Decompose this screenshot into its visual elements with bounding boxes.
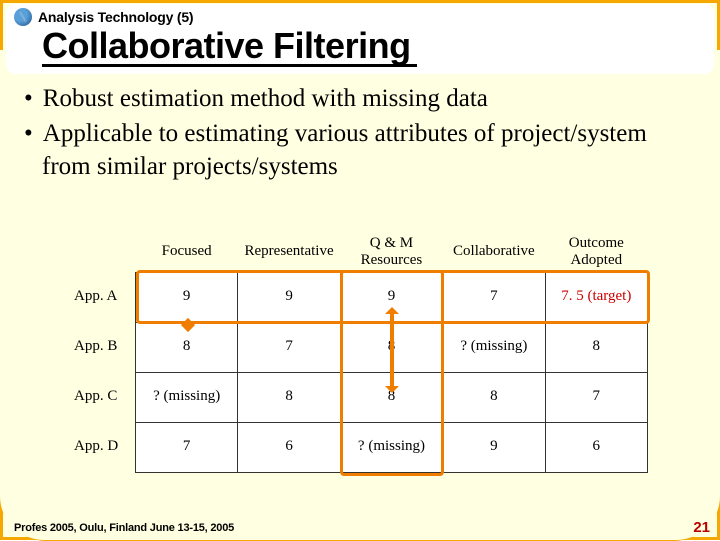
col-header: Q & M Resources: [340, 232, 442, 272]
cell: 7: [443, 272, 545, 322]
cell: 9: [135, 272, 237, 322]
cell: 6: [545, 422, 647, 472]
footer-text: Profes 2005, Oulu, Finland June 13-15, 2…: [14, 522, 234, 534]
title-bar: Analysis Technology (5) Collaborative Fi…: [6, 4, 714, 74]
cell: 9: [238, 272, 340, 322]
col-header: Representative: [238, 232, 340, 272]
bullet-item: Applicable to estimating various attribu…: [24, 117, 696, 183]
bullet-item: Robust estimation method with missing da…: [24, 82, 696, 115]
col-header: Outcome Adopted: [545, 232, 647, 272]
cell: 8: [238, 372, 340, 422]
content-area: Robust estimation method with missing da…: [24, 82, 696, 185]
table-row: App. C ? (missing) 8 8 8 7: [72, 372, 648, 422]
cell: 8: [545, 322, 647, 372]
col-header: Collaborative: [443, 232, 545, 272]
cell: ? (missing): [135, 372, 237, 422]
page-title: Collaborative Filtering: [42, 28, 417, 67]
table-header-row: Focused Representative Q & M Resources C…: [72, 232, 648, 272]
globe-icon: [14, 8, 32, 26]
table-row: App. A 9 9 9 7 7. 5 (target): [72, 272, 648, 322]
row-label: App. B: [72, 322, 135, 372]
page-number: 21: [693, 519, 710, 536]
cell: 6: [238, 422, 340, 472]
row-label: App. A: [72, 272, 135, 322]
ratings-table: Focused Representative Q & M Resources C…: [72, 232, 648, 473]
section-label: Analysis Technology (5): [38, 10, 193, 24]
ratings-table-wrap: Focused Representative Q & M Resources C…: [72, 232, 648, 473]
cell: 9: [443, 422, 545, 472]
table-row: App. B 8 7 8 ? (missing) 8: [72, 322, 648, 372]
table-row: App. D 7 6 ? (missing) 9 6: [72, 422, 648, 472]
cell: 8: [443, 372, 545, 422]
vertical-arrow-icon: [390, 310, 394, 390]
cell: ? (missing): [443, 322, 545, 372]
col-header: Focused: [135, 232, 237, 272]
cell: ? (missing): [340, 422, 442, 472]
row-label: App. D: [72, 422, 135, 472]
cell: 7: [135, 422, 237, 472]
bullet-list: Robust estimation method with missing da…: [24, 82, 696, 183]
row-label: App. C: [72, 372, 135, 422]
cell: 7: [545, 372, 647, 422]
cell: 7: [238, 322, 340, 372]
cell-target: 7. 5 (target): [545, 272, 647, 322]
